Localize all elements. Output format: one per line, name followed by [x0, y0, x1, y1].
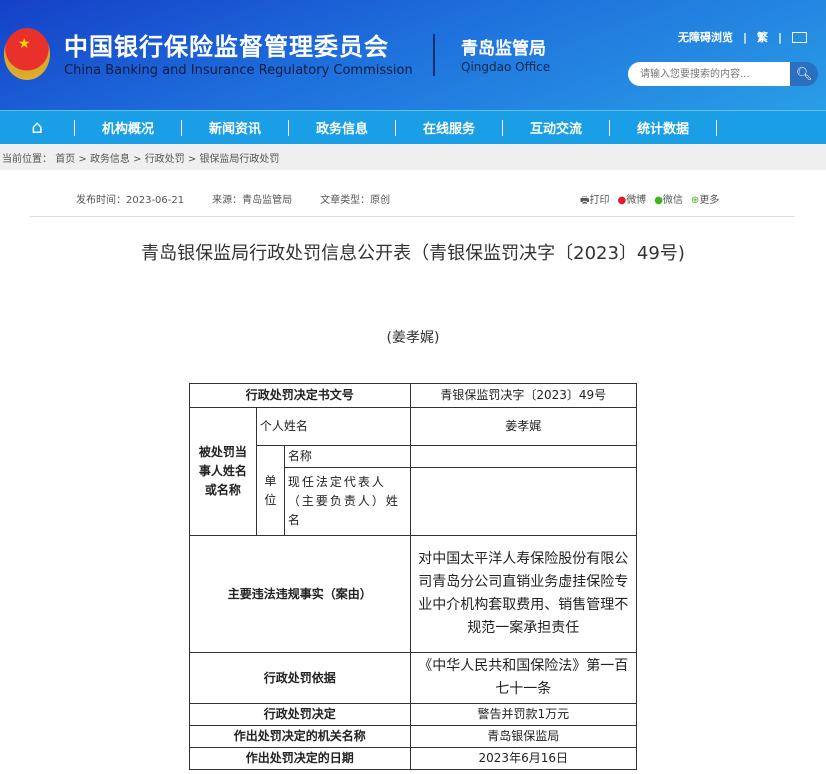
nav-item-statistics[interactable]: 统计数据 [610, 118, 716, 137]
breadcrumb: 当前位置： 首页 > 政务信息 > 行政处罚 > 银保监局行政处罚 [0, 144, 826, 170]
nav-item-gov-info[interactable]: 政务信息 [289, 118, 395, 137]
facts-label: 主要违法违规事实（案由） [189, 535, 411, 653]
home-icon[interactable]: ⌂ [0, 117, 74, 138]
breadcrumb-label: 当前位置： [2, 154, 52, 165]
table-row: 主要违法违规事实（案由） 对中国太平洋人寿保险股份有限公司青岛分公司直销业务虚挂… [189, 535, 638, 653]
office-name-cn: 青岛监管局 [461, 39, 546, 59]
more-button[interactable]: ⊕更多 [691, 191, 719, 210]
weibo-icon: ● [617, 195, 627, 206]
nav-item-news[interactable]: 新闻资讯 [182, 118, 288, 137]
table-row: 行政处罚依据 《中华人民共和国保险法》第一百七十一条 [189, 652, 638, 704]
header-divider [433, 34, 435, 76]
site-title-cn: 中国银行保险监督管理委员会 [64, 33, 389, 61]
unit-label: 单位 [255, 445, 285, 536]
table-row: 行政处罚决定书文号 青银保监罚决字〔2023〕49号 [189, 383, 638, 408]
decision: 警告并罚款1万元 [409, 703, 638, 726]
person-name: 姜孝娓 [409, 407, 638, 446]
breadcrumb-home[interactable]: 首页 [55, 154, 75, 165]
print-label: 打印 [589, 195, 610, 206]
accessibility-link[interactable]: 无障碍浏览 [678, 29, 733, 45]
table-row: 作出处罚决定的机关名称 青岛银保监局 [189, 725, 638, 748]
print-button[interactable]: 🖶打印 [580, 191, 609, 210]
separator: | [743, 30, 748, 44]
decision-label: 行政处罚决定 [189, 703, 411, 726]
decision-date: 2023年6月16日 [409, 747, 638, 770]
site-title-en: China Banking and Insurance Regulatory C… [64, 63, 413, 78]
wechat-icon: ● [654, 195, 663, 206]
search-input[interactable] [628, 62, 791, 86]
representative [409, 467, 638, 536]
person-label: 个人姓名 [255, 407, 411, 446]
traditional-chinese-link[interactable]: 繁 [757, 29, 768, 45]
unit-name [409, 445, 638, 468]
table-row: 作出处罚决定的日期 2023年6月16日 [189, 747, 638, 770]
nav-separator [716, 119, 717, 136]
wechat-label: 微信 [662, 195, 683, 206]
breadcrumb-penalty[interactable]: 行政处罚 [145, 154, 185, 165]
article-title: 青岛银保监局行政处罚信息公开表（青银保监罚决字〔2023〕49号) [141, 243, 685, 264]
article-type: 文章类型：原创 [320, 195, 391, 206]
basis-label: 行政处罚依据 [189, 652, 411, 704]
national-emblem-icon: ★ [4, 28, 50, 80]
nav-item-services[interactable]: 在线服务 [396, 118, 502, 137]
separator: | [778, 30, 783, 44]
weibo-button[interactable]: ●微博 [617, 191, 646, 210]
party-label: 被处罚当事人姓名或名称 [189, 407, 257, 536]
nav-item-about[interactable]: 机构概况 [75, 118, 181, 137]
office-name-en: Qingdao Office [461, 60, 551, 74]
source: 来源：青岛监管局 [212, 195, 293, 206]
table-row: 行政处罚决定 警告并罚款1万元 [189, 703, 638, 726]
doc-no-label: 行政处罚决定书文号 [189, 383, 411, 408]
penalty-table: 行政处罚决定书文号 青银保监罚决字〔2023〕49号 被处罚当事人姓名或名称 个… [189, 383, 638, 770]
table-row: 单位 名称 [190, 445, 638, 536]
party-name: (姜孝娓) [386, 330, 440, 346]
breadcrumb-bureau-penalty[interactable]: 银保监局行政处罚 [199, 154, 279, 165]
search-icon[interactable]: 🔍︎ [790, 62, 818, 86]
mail-icon[interactable] [792, 31, 808, 43]
publish-date: 发布时间：2023-06-21 [76, 195, 185, 206]
wechat-button[interactable]: ●微信 [654, 191, 683, 210]
breadcrumb-gov-info[interactable]: 政务信息 [90, 154, 130, 165]
unit-name-label: 名称 [283, 445, 411, 468]
nav-item-interaction[interactable]: 互动交流 [503, 118, 609, 137]
main-nav: ⌂ 机构概况 新闻资讯 政务信息 在线服务 互动交流 统计数据 [0, 110, 826, 144]
weibo-label: 微博 [626, 195, 647, 206]
divider [30, 216, 795, 217]
search-box: 🔍︎ [628, 62, 818, 86]
doc-no: 青银保监罚决字〔2023〕49号 [409, 383, 638, 408]
authority-label: 作出处罚决定的机关名称 [189, 725, 411, 748]
more-label: 更多 [699, 195, 720, 206]
authority: 青岛银保监局 [409, 725, 638, 748]
basis: 《中华人民共和国保险法》第一百七十一条 [409, 652, 638, 704]
date-label: 作出处罚决定的日期 [189, 747, 411, 770]
facts: 对中国太平洋人寿保险股份有限公司青岛分公司直销业务虚挂保险专业中介机构套取费用、… [409, 535, 638, 653]
site-header: ★ 中国银行保险监督管理委员会 China Banking and Insura… [0, 0, 826, 110]
table-row: 被处罚当事人姓名或名称 个人姓名 姜孝娓 [189, 407, 638, 536]
representative-label: 现任法定代表人（主要负责人）姓名 [283, 467, 411, 536]
